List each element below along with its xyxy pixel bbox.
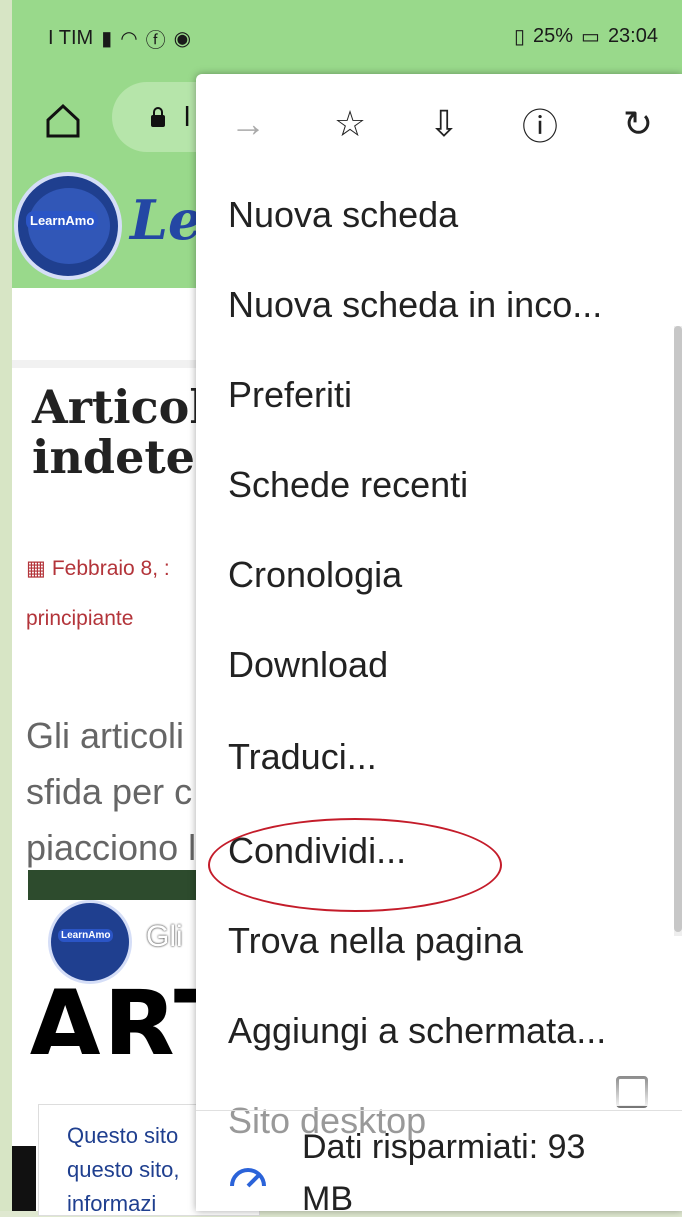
article-category[interactable]: principiante xyxy=(26,607,170,631)
left-edge-strip xyxy=(0,0,12,1211)
menu-scroll-thumb[interactable] xyxy=(674,326,682,932)
forward-icon[interactable]: → xyxy=(226,102,270,146)
article-date-row: ▦ Febbraio 8, : xyxy=(26,556,170,581)
article-meta: ▦ Febbraio 8, : principiante xyxy=(26,556,170,631)
vibrate-icon: ▯ xyxy=(513,26,525,48)
menu-item-share[interactable]: Condividi... xyxy=(228,830,406,872)
menu-item-add-to-home[interactable]: Aggiungi a schermata... xyxy=(228,1010,606,1052)
refresh-icon[interactable]: ↻ xyxy=(616,102,660,146)
download-icon[interactable]: ⇩ xyxy=(422,102,466,146)
browser-overflow-menu: → ☆ ⇩ ⓘ ↻ Nuova scheda Nuova scheda in i… xyxy=(196,74,682,1211)
menu-divider xyxy=(196,1110,682,1111)
menu-item-downloads[interactable]: Download xyxy=(228,644,388,686)
status-right: ▯ 25% ▭ 23:04 xyxy=(514,24,658,49)
home-icon[interactable] xyxy=(42,100,84,142)
star-icon[interactable]: ☆ xyxy=(328,102,372,146)
lock-icon xyxy=(151,107,165,127)
menu-item-recent-tabs[interactable]: Schede recenti xyxy=(228,464,468,506)
cookie-line-3: informazi xyxy=(67,1191,157,1216)
wifi-icon: ◠ xyxy=(120,28,138,50)
battery-percentage: 25% xyxy=(533,25,574,47)
signal-icon: ▮ xyxy=(101,28,113,50)
time-label: 23:04 xyxy=(607,25,658,47)
url-text: l xyxy=(184,101,191,132)
site-name[interactable]: Le xyxy=(130,188,202,252)
hero-subtitle: Gli xyxy=(146,920,183,953)
data-saver-text-2[interactable]: MB xyxy=(302,1180,353,1211)
whatsapp-icon: ◉ xyxy=(173,28,192,50)
menu-item-history[interactable]: Cronologia xyxy=(228,554,402,596)
info-icon[interactable]: ⓘ xyxy=(518,102,562,147)
hero-logo-text: LearnAmo xyxy=(58,929,114,942)
site-logo[interactable]: LearnAmo xyxy=(14,172,122,280)
menu-item-new-tab[interactable]: Nuova scheda xyxy=(228,194,458,236)
calendar-icon: ▦ xyxy=(26,557,46,580)
cookie-line-1: Questo sito xyxy=(67,1123,179,1148)
menu-toolbar: → ☆ ⇩ ⓘ ↻ xyxy=(196,74,682,174)
status-left: I TIM ▮ ◠ ⓕ ◉ xyxy=(48,24,191,53)
data-saver-icon xyxy=(230,1168,266,1188)
battery-icon: ▭ xyxy=(581,26,600,48)
menu-fade xyxy=(196,1070,682,1106)
site-logo-text: LearnAmo xyxy=(26,211,99,230)
facebook-icon: ⓕ xyxy=(145,30,166,52)
menu-item-translate[interactable]: Traduci... xyxy=(228,736,377,778)
article-date[interactable]: Febbraio 8, : xyxy=(52,557,170,581)
menu-item-bookmarks[interactable]: Preferiti xyxy=(228,374,352,416)
carrier-label: I TIM xyxy=(48,27,94,49)
menu-item-find-in-page[interactable]: Trova nella pagina xyxy=(228,920,523,962)
cookie-line-2: questo sito, xyxy=(67,1157,180,1182)
data-saver-text[interactable]: Dati risparmiati: 93 xyxy=(302,1128,585,1167)
dark-shape xyxy=(12,1146,36,1211)
menu-item-new-incognito-tab[interactable]: Nuova scheda in inco... xyxy=(228,284,602,326)
status-bar: I TIM ▮ ◠ ⓕ ◉ ▯ 25% ▭ 23:04 xyxy=(12,0,682,72)
